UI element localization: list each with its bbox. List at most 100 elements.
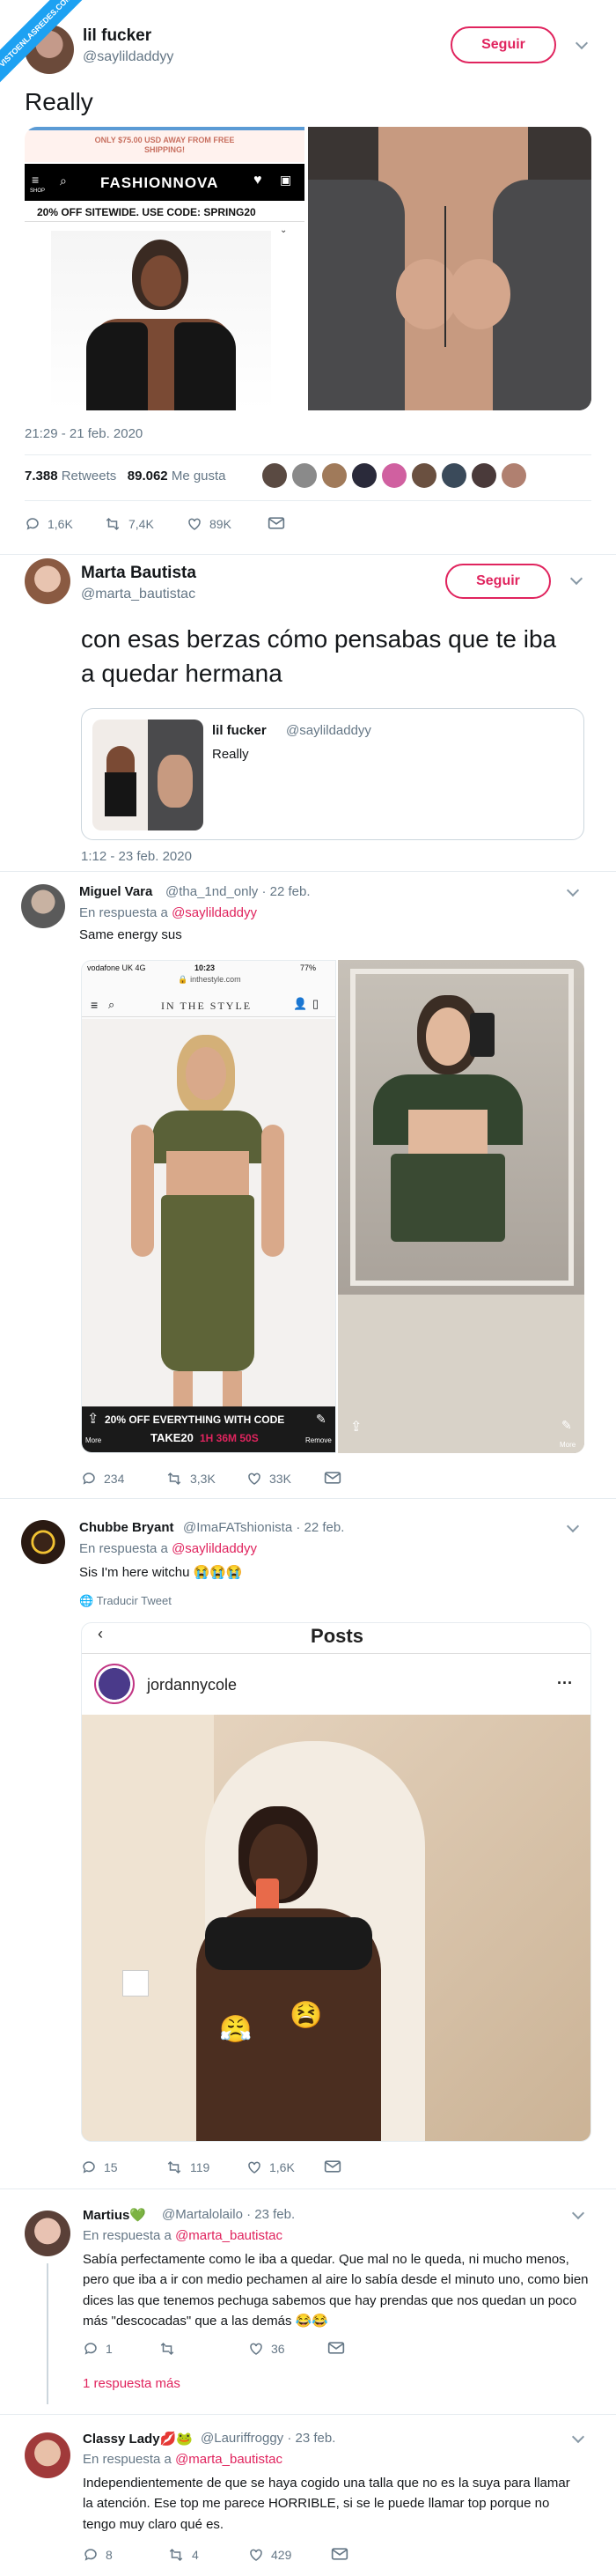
dm-button[interactable]	[324, 1471, 348, 1485]
replying-to-handle[interactable]: @saylildaddyy	[172, 1541, 257, 1556]
likes-label[interactable]: Me gusta	[172, 469, 226, 483]
timestamp[interactable]: 21:29 - 21 feb. 2020	[25, 426, 143, 441]
more-label: More	[560, 1441, 576, 1449]
promo-bar: ONLY $75.00 USD AWAY FROM FREE SHIPPING!	[25, 127, 304, 162]
author-name[interactable]: Martius💚	[83, 2207, 146, 2223]
author-handle[interactable]: @Lauriffroggy · 23 feb.	[201, 2431, 335, 2446]
retweets-count[interactable]: 7.388	[25, 469, 58, 483]
reply-icon	[26, 518, 39, 530]
author-name[interactable]: Classy Lady💋🐸	[83, 2431, 193, 2447]
follow-button[interactable]: Seguir	[451, 26, 556, 63]
media-image-right[interactable]	[308, 127, 591, 410]
author-name[interactable]: Marta Bautista	[81, 564, 196, 583]
reply-button[interactable]: 234	[81, 1471, 124, 1487]
more-replies-link[interactable]: 1 respuesta más	[83, 2376, 180, 2391]
likers-avatars[interactable]	[262, 463, 526, 488]
quoted-author-handle: @saylildaddyy	[286, 723, 371, 738]
avatar[interactable]	[25, 558, 70, 604]
reply-button[interactable]: 1	[83, 2341, 113, 2357]
replying-prefix: En respuesta a	[83, 2228, 172, 2243]
chevron-down-icon[interactable]	[571, 2430, 585, 2444]
chevron-down-icon[interactable]	[566, 883, 580, 897]
bag-icon[interactable]: ▯	[312, 997, 319, 1011]
retweet-button[interactable]	[158, 2341, 183, 2357]
author-handle[interactable]: @saylildaddyy	[83, 49, 173, 65]
reply-button[interactable]: 15	[81, 2159, 118, 2175]
clock: 10:23	[194, 963, 216, 972]
more-options-icon[interactable]: ···	[557, 1674, 573, 1693]
ig-avatar[interactable]	[94, 1664, 135, 1704]
ig-photo: 😫 😤	[82, 1715, 590, 2141]
edit-icon[interactable]: ✎	[316, 1412, 326, 1427]
retweet-icon	[160, 2342, 174, 2356]
chevron-down-icon[interactable]	[566, 1519, 580, 1533]
heart-icon[interactable]: ♥	[253, 173, 262, 188]
avatar[interactable]	[25, 2432, 70, 2478]
bag-icon[interactable]: ▣	[280, 173, 291, 188]
replying-to-handle[interactable]: @marta_bautistac	[175, 2452, 282, 2467]
chevron-down-icon[interactable]	[571, 2206, 585, 2220]
tweet-text: con esas berzas cómo pensabas que te iba…	[81, 625, 557, 688]
retweet-button[interactable]: 7,4K	[104, 516, 154, 532]
menu-icon[interactable]: ≡	[32, 173, 39, 187]
ig-username[interactable]: jordannycole	[147, 1676, 237, 1694]
replying-to-handle[interactable]: @marta_bautistac	[175, 2228, 282, 2243]
status-bar: vodafone UK 4G 10:23 77%	[82, 961, 335, 975]
media-image-left[interactable]: vodafone UK 4G 10:23 77% 🔒 inthestyle.co…	[81, 960, 336, 1453]
edit-icon[interactable]: ✎	[561, 1418, 572, 1433]
avatar[interactable]	[21, 884, 65, 928]
model-photo	[51, 231, 271, 410]
globe-icon: 🌐	[79, 1594, 94, 1607]
replying-to-handle[interactable]: @saylildaddyy	[172, 905, 257, 920]
remove-label: Remove	[305, 1436, 332, 1444]
reply-button[interactable]: 1,6K	[25, 516, 73, 532]
search-icon[interactable]: ⌕	[108, 998, 114, 1012]
author-handle[interactable]: @tha_1nd_only · 22 feb.	[165, 884, 311, 899]
thread-line	[47, 2263, 48, 2404]
heart-icon	[248, 1473, 260, 1485]
share-icon[interactable]: ⇪	[350, 1418, 362, 1436]
media-image[interactable]: ‹ Posts jordannycole ··· 😫 😤	[81, 1622, 591, 2142]
reply-count: 234	[104, 1472, 125, 1486]
dm-button[interactable]	[268, 516, 292, 530]
like-button[interactable]: 33K	[246, 1471, 291, 1487]
author-name[interactable]: lil fucker	[83, 26, 151, 46]
dm-button[interactable]	[331, 2547, 356, 2561]
dm-button[interactable]	[327, 2341, 352, 2355]
like-button[interactable]: 1,6K	[246, 2159, 295, 2175]
chevron-down-icon[interactable]	[575, 36, 589, 50]
translate-link[interactable]: 🌐 Traducir Tweet	[79, 1594, 172, 1608]
chevron-down-icon[interactable]	[569, 572, 583, 586]
menu-icon[interactable]: ≡	[91, 998, 98, 1012]
media-image-right[interactable]: ⇪ ✎ More	[338, 960, 584, 1453]
sale-banner: 20% OFF SITEWIDE. USE CODE: SPRING20	[25, 203, 304, 222]
envelope-icon	[327, 2342, 345, 2354]
avatar[interactable]	[21, 1520, 65, 1564]
retweet-button[interactable]: 119	[165, 2159, 209, 2175]
avatar[interactable]	[25, 2211, 70, 2256]
share-icon[interactable]: ⇪	[87, 1410, 99, 1428]
like-button[interactable]: 89K	[187, 516, 231, 532]
search-icon[interactable]: ⌕	[60, 173, 67, 188]
user-icon[interactable]: 👤	[293, 997, 307, 1011]
retweet-button[interactable]: 3,3K	[165, 1471, 216, 1487]
site-header: ≡ ⌕ IN THE STYLE 👤 ▯	[82, 993, 335, 1017]
quoted-tweet-card[interactable]: lil fucker @saylildaddyy Really	[81, 708, 584, 840]
like-button[interactable]: 36	[248, 2341, 285, 2357]
author-handle[interactable]: @marta_bautistac	[81, 587, 195, 602]
author-name[interactable]: Miguel Vara	[79, 884, 152, 899]
timestamp[interactable]: 1:12 - 23 feb. 2020	[81, 849, 192, 864]
author-handle[interactable]: @ImaFATshionista · 22 feb.	[183, 1520, 344, 1535]
watermark-ribbon: VISTOENLASREDES.COM	[0, 0, 84, 85]
follow-button[interactable]: Seguir	[445, 564, 551, 599]
dm-button[interactable]	[324, 2159, 348, 2174]
retweet-button[interactable]: 4	[167, 2547, 199, 2563]
reply-button[interactable]: 8	[83, 2547, 113, 2563]
author-name[interactable]: Chubbe Bryant	[79, 1520, 174, 1535]
author-handle[interactable]: @Martalolailo · 23 feb.	[162, 2207, 295, 2222]
likes-count[interactable]: 89.062	[128, 469, 168, 483]
like-button[interactable]: 429	[248, 2547, 291, 2563]
retweets-label[interactable]: Retweets	[62, 469, 117, 483]
media-image-left[interactable]: ONLY $75.00 USD AWAY FROM FREE SHIPPING!…	[25, 127, 304, 410]
url-bar[interactable]: 🔒 inthestyle.com	[82, 975, 335, 989]
